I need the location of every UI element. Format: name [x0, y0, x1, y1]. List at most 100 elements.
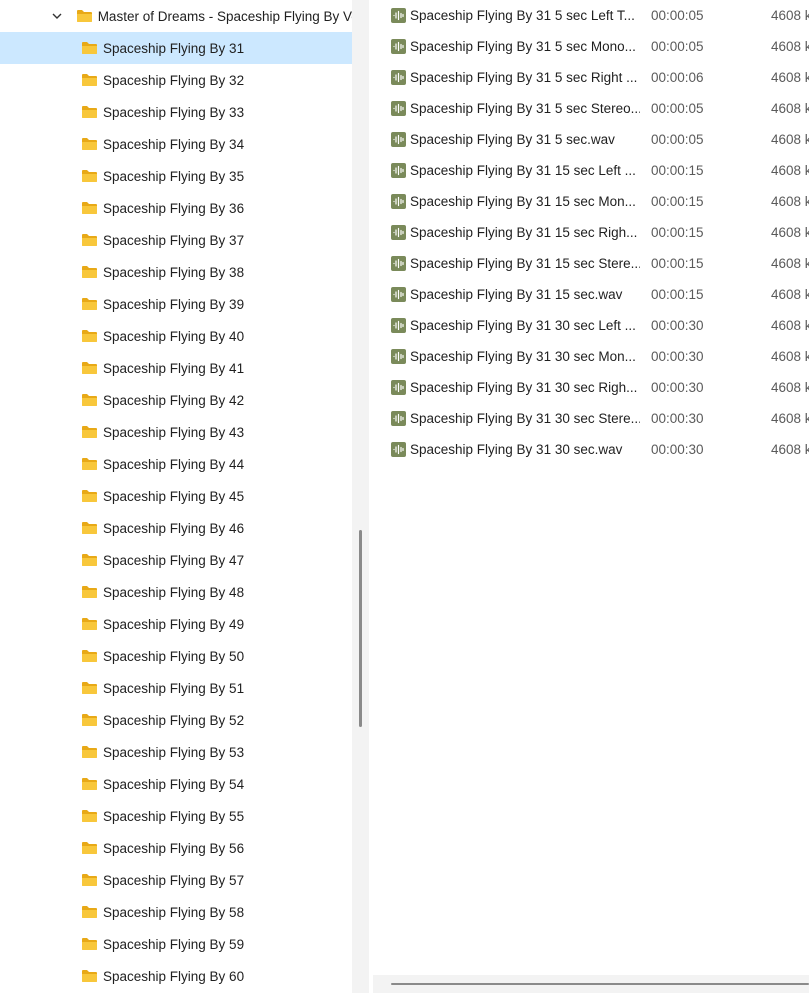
tree-item-folder[interactable]: Spaceship Flying By 34 — [0, 128, 352, 160]
file-size: 4608 k — [771, 70, 809, 85]
file-length: 00:00:30 — [651, 411, 704, 426]
folder-icon — [81, 521, 98, 535]
file-row[interactable]: Spaceship Flying By 31 5 sec.wav 00:00:05… — [369, 124, 809, 155]
tree-item-label: Spaceship Flying By 53 — [103, 744, 245, 760]
tree-item-folder[interactable]: Spaceship Flying By 56 — [0, 832, 352, 864]
folder-icon — [81, 137, 98, 151]
file-size: 4608 k — [771, 163, 809, 178]
tree-item-folder[interactable]: Spaceship Flying By 50 — [0, 640, 352, 672]
tree-item-label: Spaceship Flying By 43 — [103, 424, 245, 440]
tree-item-folder[interactable]: Spaceship Flying By 40 — [0, 320, 352, 352]
file-row[interactable]: Spaceship Flying By 31 5 sec Left T... 00… — [369, 0, 809, 31]
file-name: Spaceship Flying By 31 5 sec.wav — [410, 132, 615, 147]
tree-item-folder[interactable]: Spaceship Flying By 36 — [0, 192, 352, 224]
tree-item-label: Spaceship Flying By 33 — [103, 104, 245, 120]
chevron-down-icon[interactable] — [50, 9, 64, 23]
navigation-scrollbar-thumb[interactable] — [359, 530, 362, 727]
audio-file-icon — [390, 256, 406, 272]
tree-item-folder[interactable]: Spaceship Flying By 54 — [0, 768, 352, 800]
file-row[interactable]: Spaceship Flying By 31 30 sec Left ... 00… — [369, 310, 809, 341]
tree-item-label: Spaceship Flying By 41 — [103, 360, 245, 376]
tree-item-label: Spaceship Flying By 55 — [103, 808, 245, 824]
file-length: 00:00:15 — [651, 225, 704, 240]
tree-item-label: Spaceship Flying By 48 — [103, 584, 245, 600]
tree-item-folder[interactable]: Spaceship Flying By 35 — [0, 160, 352, 192]
file-row[interactable]: Spaceship Flying By 31 5 sec Stereo... 00… — [369, 93, 809, 124]
tree-item-folder[interactable]: Spaceship Flying By 60 — [0, 960, 352, 992]
navigation-pane: Master of Dreams - Spaceship Flying By V… — [0, 0, 352, 993]
file-length: 00:00:15 — [651, 256, 704, 271]
file-row[interactable]: Spaceship Flying By 31 30 sec Stere... 00… — [369, 403, 809, 434]
file-length: 00:00:30 — [651, 380, 704, 395]
file-size: 4608 k — [771, 101, 809, 116]
file-name: Spaceship Flying By 31 15 sec Mon... — [410, 194, 636, 209]
folder-icon — [81, 905, 98, 919]
file-size: 4608 k — [771, 256, 809, 271]
file-row[interactable]: Spaceship Flying By 31 15 sec Righ... 00:… — [369, 217, 809, 248]
folder-icon — [81, 201, 98, 215]
tree-item-label: Spaceship Flying By 47 — [103, 552, 245, 568]
tree-item-folder[interactable]: Spaceship Flying By 32 — [0, 64, 352, 96]
tree-item-folder[interactable]: Spaceship Flying By 58 — [0, 896, 352, 928]
audio-file-icon — [390, 132, 406, 148]
folder-icon — [81, 489, 98, 503]
tree-item-folder[interactable]: Spaceship Flying By 45 — [0, 480, 352, 512]
tree-item-label: Master of Dreams - Spaceship Flying By V… — [97, 8, 352, 24]
tree-item-folder[interactable]: Spaceship Flying By 33 — [0, 96, 352, 128]
tree-item-folder[interactable]: Spaceship Flying By 51 — [0, 672, 352, 704]
folder-icon — [81, 713, 98, 727]
audio-file-icon — [390, 442, 406, 458]
file-row[interactable]: Spaceship Flying By 31 15 sec Left ... 00… — [369, 155, 809, 186]
tree-item-folder[interactable]: Spaceship Flying By 38 — [0, 256, 352, 288]
tree-item-folder[interactable]: Spaceship Flying By 48 — [0, 576, 352, 608]
audio-file-icon — [390, 163, 406, 179]
tree-item-label: Spaceship Flying By 50 — [103, 648, 245, 664]
tree-item-folder[interactable]: Spaceship Flying By 57 — [0, 864, 352, 896]
file-length: 00:00:05 — [651, 39, 704, 54]
file-row[interactable]: Spaceship Flying By 31 15 sec.wav 00:00:1… — [369, 279, 809, 310]
file-row[interactable]: Spaceship Flying By 31 5 sec Mono... 00:0… — [369, 31, 809, 62]
tree-item-folder[interactable]: Spaceship Flying By 59 — [0, 928, 352, 960]
folder-icon — [81, 937, 98, 951]
tree-item-folder[interactable]: Spaceship Flying By 44 — [0, 448, 352, 480]
file-row[interactable]: Spaceship Flying By 31 5 sec Right ... 00… — [369, 62, 809, 93]
file-length: 00:00:30 — [651, 442, 704, 457]
pane-splitter[interactable] — [352, 0, 369, 993]
file-length: 00:00:30 — [651, 318, 704, 333]
horizontal-scrollbar-thumb[interactable] — [391, 983, 809, 985]
folder-icon — [81, 969, 98, 983]
tree-item-folder[interactable]: Spaceship Flying By 43 — [0, 416, 352, 448]
tree-item-folder[interactable]: Spaceship Flying By 53 — [0, 736, 352, 768]
file-row[interactable]: Spaceship Flying By 31 15 sec Mon... 00:0… — [369, 186, 809, 217]
file-name: Spaceship Flying By 31 30 sec.wav — [410, 442, 623, 457]
file-row[interactable]: Spaceship Flying By 31 30 sec.wav 00:00:3… — [369, 434, 809, 465]
folder-icon — [81, 329, 98, 343]
tree-item-folder[interactable]: Spaceship Flying By 47 — [0, 544, 352, 576]
folder-icon — [81, 265, 98, 279]
horizontal-scrollbar[interactable] — [373, 975, 809, 993]
tree-item-label: Spaceship Flying By 34 — [103, 136, 245, 152]
folder-icon — [81, 841, 98, 855]
tree-item-folder[interactable]: Spaceship Flying By 42 — [0, 384, 352, 416]
file-size: 4608 k — [771, 194, 809, 209]
folder-icon — [76, 9, 93, 23]
tree-item-label: Spaceship Flying By 54 — [103, 776, 245, 792]
tree-item-label: Spaceship Flying By 44 — [103, 456, 245, 472]
tree-item-label: Spaceship Flying By 49 — [103, 616, 245, 632]
tree-item-folder[interactable]: Spaceship Flying By 41 — [0, 352, 352, 384]
folder-icon — [81, 649, 98, 663]
tree-item-folder[interactable]: Spaceship Flying By 31 — [0, 32, 352, 64]
tree-item-folder[interactable]: Spaceship Flying By 52 — [0, 704, 352, 736]
file-row[interactable]: Spaceship Flying By 31 30 sec Mon... 00:0… — [369, 341, 809, 372]
file-row[interactable]: Spaceship Flying By 31 30 sec Righ... 00:… — [369, 372, 809, 403]
tree-item-folder[interactable]: Spaceship Flying By 55 — [0, 800, 352, 832]
tree-item-folder[interactable]: Spaceship Flying By 39 — [0, 288, 352, 320]
file-row[interactable]: Spaceship Flying By 31 15 sec Stere... 00… — [369, 248, 809, 279]
tree-item-folder[interactable]: Spaceship Flying By 49 — [0, 608, 352, 640]
tree-item-parent-folder[interactable]: Master of Dreams - Spaceship Flying By V… — [0, 0, 352, 32]
tree-item-folder[interactable]: Spaceship Flying By 46 — [0, 512, 352, 544]
tree-item-label: Spaceship Flying By 45 — [103, 488, 245, 504]
file-size: 4608 k — [771, 442, 809, 457]
tree-item-folder[interactable]: Spaceship Flying By 37 — [0, 224, 352, 256]
file-size: 4608 k — [771, 132, 809, 147]
